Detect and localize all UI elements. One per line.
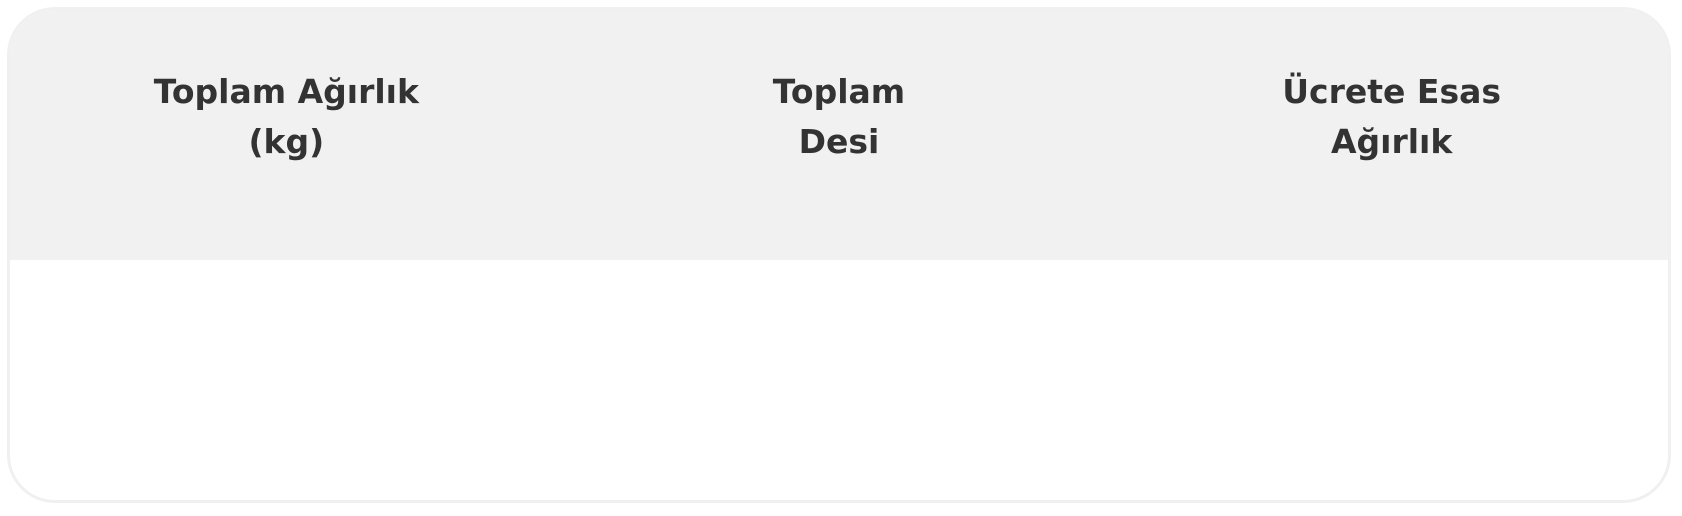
table-row xyxy=(10,260,1668,500)
total-weight-value xyxy=(10,260,563,500)
chargeable-weight-column-header: Ücrete Esas Ağırlık xyxy=(1115,10,1668,260)
total-desi-column-header: Toplam Desi xyxy=(562,10,1116,260)
table-header: Toplam Ağırlık (kg) Toplam Desi Ücrete E… xyxy=(10,10,1668,260)
chargeable-weight-label: Ücrete Esas Ağırlık xyxy=(1282,72,1502,161)
total-desi-value xyxy=(563,260,1116,500)
total-desi-label: Toplam Desi xyxy=(772,72,906,161)
shipment-summary-table: Toplam Ağırlık (kg) Toplam Desi Ücrete E… xyxy=(10,10,1668,500)
shipment-summary-card: Toplam Ağırlık (kg) Toplam Desi Ücrete E… xyxy=(7,7,1671,503)
table-header-row: Toplam Ağırlık (kg) Toplam Desi Ücrete E… xyxy=(10,10,1668,260)
total-weight-column-header: Toplam Ağırlık (kg) xyxy=(10,10,563,260)
table-body xyxy=(10,260,1668,500)
chargeable-weight-value xyxy=(1115,260,1668,500)
total-weight-label: Toplam Ağırlık (kg) xyxy=(153,72,419,161)
